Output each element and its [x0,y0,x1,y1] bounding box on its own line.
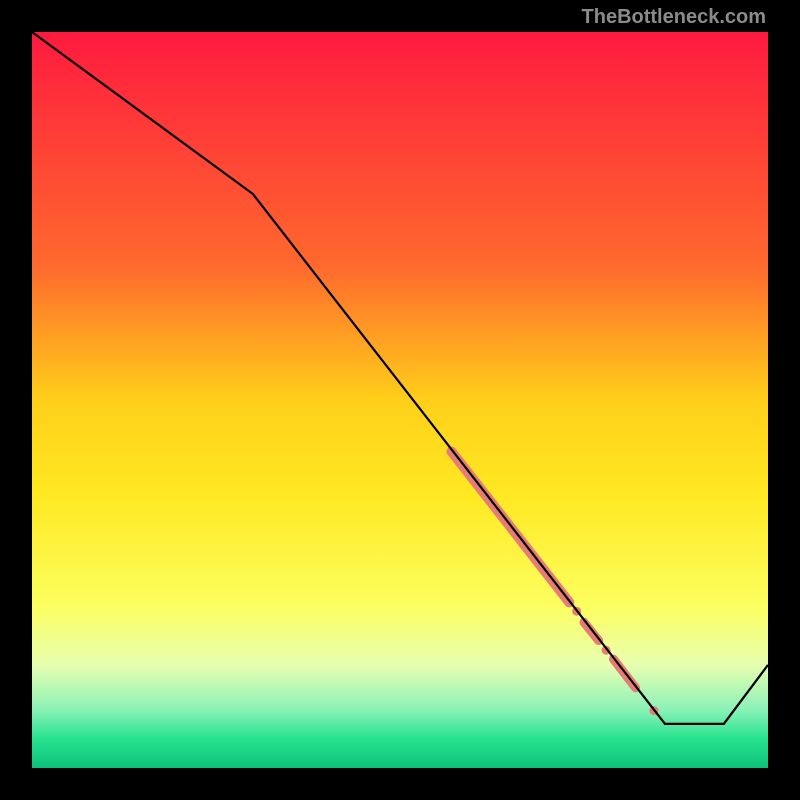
chart-svg [32,32,768,768]
chart-background [32,32,768,768]
watermark-text: TheBottleneck.com [582,6,766,29]
chart-frame: { "watermark": "TheBottleneck.com", "cha… [0,0,800,800]
chart-plot-area [32,32,768,768]
